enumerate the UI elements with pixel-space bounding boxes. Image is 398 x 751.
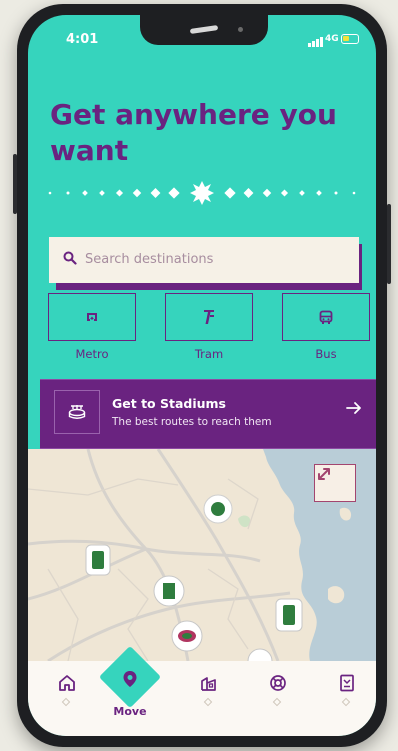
nav-home[interactable] — [42, 661, 92, 731]
status-time: 4:01 — [66, 32, 99, 47]
expand-map-button[interactable] — [314, 464, 356, 502]
battery-icon — [341, 34, 359, 44]
stadiums-subtitle: The best routes to reach them — [112, 416, 272, 428]
decorative-divider — [48, 181, 356, 205]
search-icon — [63, 251, 77, 265]
phone-frame: 4:01 4G Get anywhere you want Search des… — [13, 4, 391, 747]
lifebuoy-icon — [270, 675, 286, 691]
location-pin-icon — [123, 671, 137, 687]
arrow-right-icon — [346, 402, 361, 414]
metro-button[interactable] — [48, 293, 136, 341]
bus-label: Bus — [315, 347, 337, 361]
bus-button[interactable] — [282, 293, 370, 341]
transport-modes: Metro Tram Bus — [48, 293, 370, 361]
map-view[interactable] — [28, 449, 376, 661]
notch — [140, 15, 268, 45]
app-screen: 4:01 4G Get anywhere you want Search des… — [28, 15, 376, 736]
status-bar: 4:01 4G — [28, 15, 376, 57]
bottom-nav: Move — [28, 645, 376, 736]
building-icon — [201, 677, 216, 691]
stadiums-card[interactable]: Get to Stadiums The best routes to reach… — [40, 379, 376, 449]
search-box[interactable] — [49, 237, 362, 290]
network-type: 4G — [325, 34, 339, 44]
tram-button[interactable] — [165, 293, 253, 341]
stadiums-title: Get to Stadiums — [112, 396, 226, 411]
home-icon — [59, 675, 75, 691]
nav-move-label[interactable]: Move — [108, 705, 152, 718]
bus-icon — [319, 310, 333, 324]
signal-icon — [308, 36, 324, 47]
stadium-icon-box — [54, 390, 100, 434]
expand-icon — [318, 468, 330, 480]
page-title: Get anywhere you want — [50, 98, 337, 167]
search-input[interactable] — [85, 237, 345, 281]
nav-buildings[interactable] — [184, 661, 234, 731]
tram-label: Tram — [194, 347, 224, 361]
metro-icon — [87, 313, 97, 321]
ticket-icon — [340, 674, 354, 692]
metro-label: Metro — [75, 347, 109, 361]
nav-tickets[interactable] — [322, 661, 372, 731]
tram-icon — [204, 310, 214, 324]
nav-help[interactable] — [253, 661, 303, 731]
stadium-icon — [68, 405, 86, 419]
